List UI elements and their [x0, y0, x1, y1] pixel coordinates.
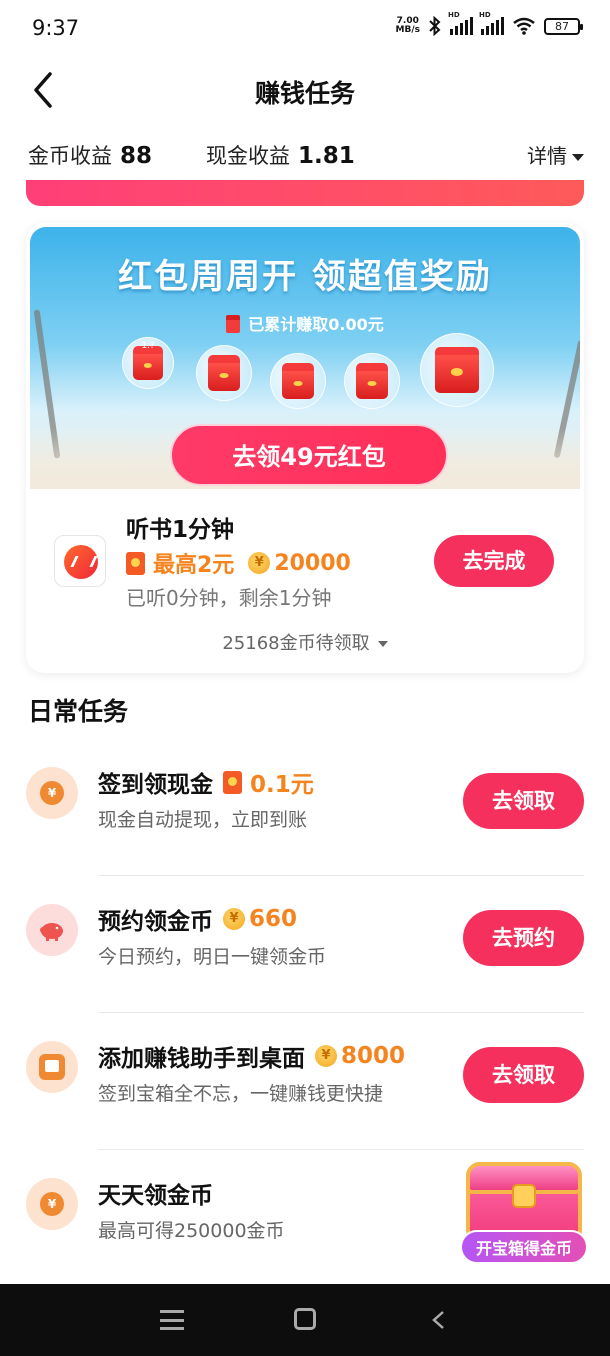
status-icons: 7.00 MB/s HD HD 87: [395, 11, 583, 36]
collapsed-banner-strip: [26, 180, 584, 206]
task-title: 天天领金币: [98, 1183, 213, 1209]
task-title: 签到领现金 0.1元: [98, 765, 314, 799]
cash-income: 现金收益 1.81: [206, 140, 355, 170]
listen-task-reward: 最高2元 ¥ 20000: [126, 547, 351, 579]
task-reward: 0.1元: [250, 772, 314, 798]
banner-title: 红包周周开 领超值奖励: [118, 257, 492, 297]
claim-49-red-packet-button[interactable]: 去领49元红包: [170, 424, 448, 486]
task-subtitle: 签到宝箱全不忘，一键赚钱更快捷: [98, 1083, 384, 1105]
red-envelope-icon: [226, 315, 241, 333]
audiobook-app-icon: [54, 535, 106, 587]
battery-icon: 87: [544, 17, 583, 35]
desktop-widget-icon: [39, 1054, 65, 1080]
task-reward: 8000: [341, 1043, 406, 1069]
task-title: 添加赚钱助手到桌面 ¥8000: [98, 1043, 406, 1072]
listen-task-title: 听书1分钟: [126, 517, 235, 543]
yuan-coin-icon: ¥: [40, 1192, 64, 1216]
daily-task-row: ¥ 签到领现金 0.1元现金自动提现，立即到账 去领取: [0, 739, 610, 876]
task-reward: 660: [249, 906, 298, 932]
red-envelope-bubble-large: [420, 333, 494, 407]
page-title: 赚钱任务: [254, 79, 355, 108]
red-envelope-bubble: [270, 353, 326, 409]
home-icon[interactable]: [294, 1308, 316, 1330]
coin-income-value: 88: [120, 143, 153, 169]
recent-apps-icon[interactable]: [160, 1310, 184, 1330]
task-subtitle: 现金自动提现，立即到账: [98, 809, 308, 831]
task-icon-circle: [26, 1041, 78, 1093]
task-subtitle: 今日预约，明日一键领金币: [98, 946, 327, 968]
listen-task-progress: 已听0分钟，剩余1分钟: [126, 586, 332, 610]
signal-1-icon: HD: [448, 11, 473, 35]
red-packet-icon: [223, 770, 242, 794]
task-action-button[interactable]: 去领取: [463, 773, 584, 829]
gold-coin-icon: ¥: [248, 552, 271, 574]
cash-income-label: 现金收益: [206, 144, 290, 168]
bluetooth-icon: [429, 16, 441, 36]
red-envelope-bubble: [344, 353, 400, 409]
back-triangle-icon[interactable]: [430, 1310, 446, 1330]
red-packet-icon: [126, 551, 145, 575]
system-nav-bar: [0, 1284, 610, 1356]
open-chest-label: 开宝箱得金币: [460, 1230, 588, 1264]
coin-income-label: 金币收益: [28, 144, 112, 168]
red-envelope-bubble: [196, 345, 252, 401]
earned-total: 已累计赚取0.00元: [30, 311, 580, 335]
task-action-button[interactable]: 去预约: [463, 910, 584, 966]
lock-icon: [512, 1184, 536, 1208]
daily-tasks-title: 日常任务: [28, 697, 129, 726]
treasure-chest-widget[interactable]: 开宝箱得金币: [460, 1158, 588, 1268]
piggy-bank-icon: [40, 923, 63, 941]
network-speed: 7.00 MB/s: [395, 16, 420, 35]
daily-task-row: 添加赚钱助手到桌面 ¥8000 签到宝箱全不忘，一键赚钱更快捷 去领取: [0, 1013, 610, 1150]
coin-income: 金币收益 88: [28, 140, 152, 170]
daily-task-row: 预约领金币 ¥660 今日预约，明日一键领金币 去预约: [0, 876, 610, 1013]
task-icon-circle: ¥: [26, 1178, 78, 1230]
details-dropdown[interactable]: 详情: [527, 140, 584, 169]
red-envelope-bubble: 1.?: [122, 337, 174, 389]
red-packet-banner[interactable]: 红包周周开 领超值奖励 已累计赚取0.00元 1.? 去领49元红包: [30, 227, 580, 489]
complete-task-button[interactable]: 去完成: [434, 535, 554, 587]
pending-coins-dropdown[interactable]: 25168金币待领取: [26, 629, 584, 655]
income-summary: 金币收益 88 现金收益 1.81 详情: [0, 130, 610, 178]
status-bar: 9:37 7.00 MB/s HD HD 87: [0, 0, 610, 58]
task-icon-circle: ¥: [26, 767, 78, 819]
wifi-icon: [513, 17, 535, 35]
yuan-coin-icon: ¥: [40, 781, 64, 805]
status-time: 9:37: [32, 16, 80, 40]
header: 赚钱任务: [0, 58, 610, 122]
signal-2-icon: HD: [479, 11, 504, 35]
task-action-button[interactable]: 去领取: [463, 1047, 584, 1103]
red-packet-card: 红包周周开 领超值奖励 已累计赚取0.00元 1.? 去领49元红包 听书1分钟…: [26, 223, 584, 673]
task-subtitle: 最高可得250000金币: [98, 1220, 285, 1242]
task-icon-circle: [26, 904, 78, 956]
task-title: 预约领金币 ¥660: [98, 906, 298, 935]
gold-coin-icon: ¥: [315, 1045, 337, 1067]
gold-coin-icon: ¥: [223, 908, 245, 930]
cash-income-value: 1.81: [298, 143, 355, 169]
